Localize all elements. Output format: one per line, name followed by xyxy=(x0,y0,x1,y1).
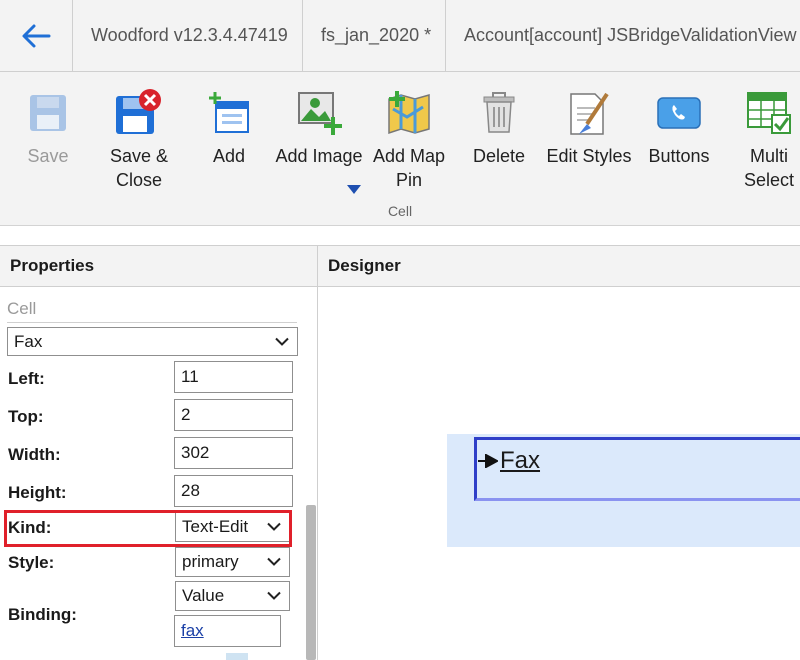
designer-canvas[interactable]: Fax xyxy=(318,287,800,660)
breadcrumb-project[interactable]: fs_jan_2020 * xyxy=(303,0,446,71)
height-input[interactable]: 28 xyxy=(174,475,293,507)
cell-selector-value: Fax xyxy=(14,331,43,351)
edit-styles-icon xyxy=(570,92,609,135)
ribbon-toolbar: Save Save & Close Add Add Image Add Map … xyxy=(0,72,800,226)
breadcrumb-view[interactable]: Account[account] JSBridgeValidationView xyxy=(446,0,800,71)
height-label: Height: xyxy=(8,483,67,502)
multi-select-icon xyxy=(747,92,791,134)
multi-select-button[interactable]: Multi Select xyxy=(724,88,800,208)
chevron-down-icon xyxy=(267,591,281,600)
arrow-right-icon xyxy=(478,454,498,468)
style-select-value: primary xyxy=(182,552,239,571)
properties-scrollbar[interactable] xyxy=(306,505,316,660)
delete-button[interactable]: Delete xyxy=(454,88,544,208)
back-button[interactable] xyxy=(0,0,73,71)
add-map-pin-icon xyxy=(388,91,430,135)
properties-header: Properties xyxy=(0,245,318,287)
binding-label: Binding: xyxy=(8,605,77,624)
dropdown-caret-icon[interactable] xyxy=(347,185,361,194)
cell-section-label: Cell xyxy=(7,299,37,318)
phone-button-icon xyxy=(657,97,701,129)
left-input[interactable]: 11 xyxy=(174,361,293,393)
chevron-down-icon xyxy=(275,337,289,346)
buttons-label: Buttons xyxy=(648,146,710,166)
top-input[interactable]: 2 xyxy=(174,399,293,431)
back-arrow-icon xyxy=(22,24,51,47)
left-label: Left: xyxy=(8,369,45,388)
save-icon xyxy=(30,95,66,131)
save-button[interactable]: Save xyxy=(3,88,93,208)
edit-styles-label: Edit Styles xyxy=(546,146,632,166)
breadcrumb-app[interactable]: Woodford v12.3.4.47419 xyxy=(73,0,303,71)
add-button[interactable]: Add xyxy=(184,88,274,208)
fax-field-text: Fax xyxy=(500,447,541,474)
add-image-button[interactable]: Add Image xyxy=(274,88,364,208)
add-label: Add xyxy=(212,146,246,166)
designer-header: Designer xyxy=(318,245,800,287)
edit-styles-button[interactable]: Edit Styles xyxy=(544,88,634,208)
fax-field-label[interactable]: Fax xyxy=(478,447,540,475)
width-label: Width: xyxy=(8,445,61,464)
save-close-icon xyxy=(116,89,161,134)
bottom-indicator xyxy=(226,653,248,660)
ribbon-group-label: Cell xyxy=(387,203,413,219)
binding-select[interactable]: Value xyxy=(175,581,290,611)
top-label: Top: xyxy=(8,407,44,426)
save-close-button[interactable]: Save & Close xyxy=(94,88,184,208)
delete-label: Delete xyxy=(472,146,526,166)
trash-icon xyxy=(483,92,515,133)
properties-panel: Cell Fax Left: 11 Top: 2 Width: 302 Heig… xyxy=(0,287,318,660)
section-divider xyxy=(7,322,297,323)
cell-selector[interactable]: Fax xyxy=(7,327,298,356)
save-label: Save xyxy=(27,146,69,166)
save-close-label: Save & Close xyxy=(109,146,169,190)
binding-select-value: Value xyxy=(182,586,225,605)
style-select[interactable]: primary xyxy=(175,547,290,577)
binding-field-link[interactable]: fax xyxy=(181,621,204,641)
add-map-pin-button[interactable]: Add Map Pin xyxy=(364,88,454,208)
add-map-pin-label: Add Map Pin xyxy=(372,146,446,190)
kind-highlight-box xyxy=(4,510,292,547)
multi-select-label: Multi Select xyxy=(743,146,795,190)
width-input[interactable]: 302 xyxy=(174,437,293,469)
add-image-icon xyxy=(298,92,342,135)
binding-field-input[interactable]: fax xyxy=(174,615,281,647)
add-icon xyxy=(209,92,249,133)
top-bar: Woodford v12.3.4.47419 fs_jan_2020 * Acc… xyxy=(0,0,800,72)
buttons-button[interactable]: Buttons xyxy=(634,88,724,208)
add-image-label: Add Image xyxy=(275,146,363,166)
style-label: Style: xyxy=(8,553,55,572)
chevron-down-icon xyxy=(267,557,281,566)
